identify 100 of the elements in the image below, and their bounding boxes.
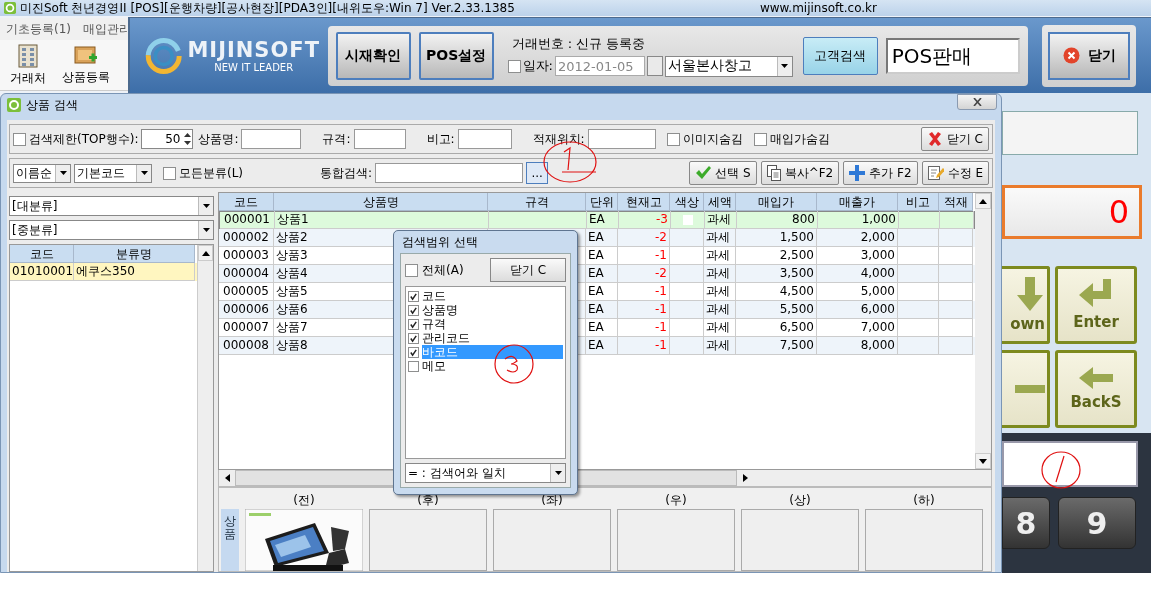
image-slot[interactable] <box>865 509 983 571</box>
match-mode-select[interactable]: = : 검색어와 일치 <box>405 463 566 483</box>
sort-select[interactable]: 이름순 <box>13 163 71 183</box>
close-button[interactable] <box>957 94 997 110</box>
logo-text: MIJINSOFT <box>187 38 320 62</box>
column-header[interactable]: 코드 <box>219 193 274 211</box>
toolbar-button[interactable]: 상품등록 <box>56 40 116 90</box>
close-button[interactable]: 닫기 <box>1048 31 1130 80</box>
checkbox[interactable] <box>408 332 419 344</box>
checkbox-label: 모든분류(L) <box>179 164 244 182</box>
logo-tagline: NEW IT LEADER <box>214 62 294 73</box>
caret-icon <box>202 204 210 208</box>
field-label: 비고: <box>426 130 455 148</box>
header-button[interactable]: 시재확인 <box>336 31 411 80</box>
column-header[interactable]: 매출가 <box>817 193 898 211</box>
scrollbar[interactable] <box>197 245 213 571</box>
customer-search-button[interactable]: 고객검색 <box>803 36 878 75</box>
field-label: 상품명: <box>198 130 239 148</box>
keypad-key[interactable]: Enter <box>1055 266 1137 344</box>
check-icon <box>695 166 712 180</box>
field-label: 적재위치: <box>532 130 585 148</box>
checkbox[interactable] <box>408 360 419 372</box>
image-slot[interactable] <box>617 509 735 571</box>
close-icon <box>972 98 982 106</box>
category-select[interactable]: [대분류] <box>9 196 214 216</box>
category-select[interactable]: [중분류] <box>9 220 214 240</box>
warehouse-select[interactable]: 서울본사창고 <box>665 55 793 77</box>
top-rows-spinner[interactable]: 50 <box>141 129 194 149</box>
table-row[interactable]: 000001 상품1 EA -3 과세 800 1,000 <box>219 211 975 229</box>
checkbox[interactable] <box>163 166 176 180</box>
column-header[interactable]: 현재고 <box>618 193 670 211</box>
code-type-select[interactable]: 기본코드 <box>74 163 152 183</box>
header-button[interactable]: POS설정 <box>418 31 494 80</box>
checkbox[interactable] <box>405 263 418 277</box>
checkbox[interactable] <box>666 132 680 146</box>
number-key[interactable]: 9 <box>1058 497 1136 549</box>
caret-icon <box>781 64 789 68</box>
list-item[interactable]: 코드 <box>422 289 563 303</box>
dialog-title: 상품 검색 <box>26 96 78 114</box>
scrollbar[interactable] <box>975 193 991 470</box>
input-field[interactable] <box>457 129 512 149</box>
checkbox[interactable] <box>753 132 767 146</box>
image-slot[interactable] <box>369 509 487 571</box>
close-button[interactable]: 닫기 C <box>920 127 989 151</box>
checkbox[interactable] <box>507 59 521 73</box>
column-header[interactable]: 적재 <box>939 193 973 211</box>
keypad-key[interactable] <box>1002 350 1050 428</box>
browse-button[interactable]: ... <box>526 162 549 184</box>
checkbox-label: 이미지숨김 <box>682 130 743 148</box>
checkbox[interactable] <box>408 290 419 302</box>
image-slot[interactable] <box>741 509 859 571</box>
action-button[interactable]: 선택 S <box>689 161 757 185</box>
slot-label: (후) <box>417 493 439 507</box>
slot-label: (전) <box>293 493 315 507</box>
field-label: 통합검색: <box>320 164 373 182</box>
number-key[interactable]: 8 <box>1002 497 1050 549</box>
checkbox[interactable] <box>408 304 419 316</box>
slot-label: (우) <box>665 493 687 507</box>
checkbox[interactable] <box>13 132 26 146</box>
list-item[interactable]: 메모 <box>422 359 563 373</box>
table-row[interactable]: 01010001 에쿠스350 <box>10 263 197 281</box>
search-field[interactable] <box>375 163 524 183</box>
checkbox[interactable] <box>408 318 419 330</box>
input-field[interactable] <box>587 129 656 149</box>
list-item[interactable]: 규격 <box>422 317 563 331</box>
column-header[interactable]: 분류명 <box>74 245 195 263</box>
menu-item[interactable]: 기초등록(1) <box>6 20 71 38</box>
amount-display: 0 <box>1005 188 1139 236</box>
input-field[interactable] <box>353 129 406 149</box>
list-item[interactable]: 상품명 <box>422 303 563 317</box>
column-header[interactable]: 코드 <box>10 245 74 263</box>
slot-label: (좌) <box>541 493 563 507</box>
mode-field[interactable]: POS판매 <box>885 37 1020 74</box>
close-button[interactable]: 닫기 C <box>490 258 566 282</box>
input-field[interactable] <box>241 129 302 149</box>
caret-icon <box>202 228 210 232</box>
calendar-button[interactable] <box>647 56 663 76</box>
action-button[interactable]: 추가 F2 <box>843 161 918 185</box>
spin-arrows-icon <box>183 132 191 146</box>
keypad-key[interactable]: own <box>1002 266 1050 344</box>
website-text: www.mijinsoft.co.kr <box>760 1 877 15</box>
action-button[interactable]: 수정 E <box>921 161 989 185</box>
keypad-key[interactable]: BackS <box>1055 350 1137 428</box>
input-field[interactable] <box>1002 111 1138 155</box>
app-icon <box>4 2 16 14</box>
column-header[interactable]: 상품명 <box>274 193 488 211</box>
input-field[interactable] <box>1002 441 1138 487</box>
up-arrow-icon <box>979 198 987 204</box>
image-slot[interactable] <box>493 509 611 571</box>
column-header[interactable]: 단위 <box>586 193 618 211</box>
date-field[interactable]: 2012-01-05 <box>555 56 645 76</box>
toolbar-button[interactable]: 거래처 <box>4 40 52 90</box>
checkbox-label: 매입가숨김 <box>769 130 830 148</box>
column-header[interactable]: 매입가 <box>736 193 817 211</box>
checkbox[interactable] <box>408 346 419 358</box>
column-header[interactable]: 색상 <box>670 193 704 211</box>
action-button[interactable]: 복사^F2 <box>760 161 840 185</box>
column-header[interactable]: 세액 <box>704 193 736 211</box>
column-header[interactable]: 규격 <box>488 193 586 211</box>
column-header[interactable]: 비고 <box>898 193 939 211</box>
